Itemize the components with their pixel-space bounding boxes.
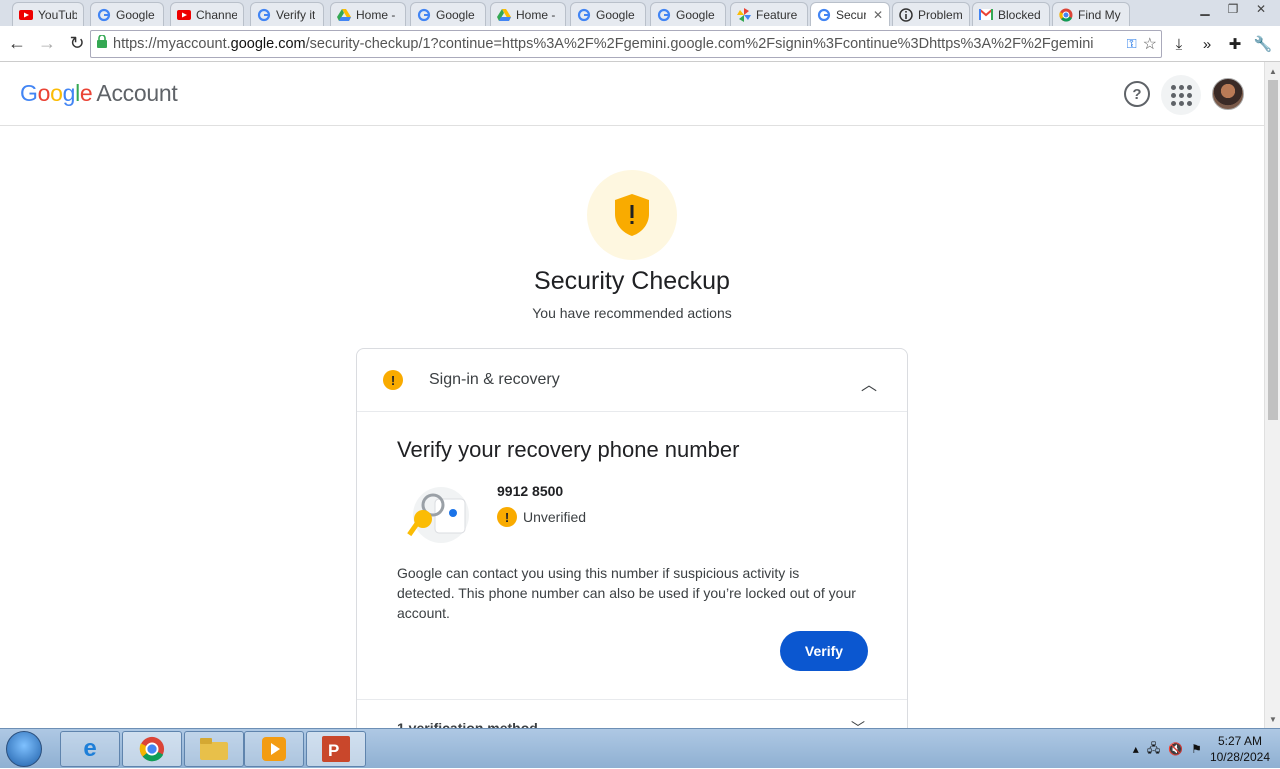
page-content: Google Account ? Security Checkup You hav…: [0, 62, 1264, 728]
verify-button[interactable]: Verify: [780, 631, 868, 671]
clock[interactable]: 5:27 AM 10/28/2024: [1210, 733, 1270, 765]
youtube-icon: [177, 8, 191, 22]
action-center-flag-icon[interactable]: ⚑: [1191, 742, 1202, 756]
tab-find-my[interactable]: Find My: [1052, 2, 1130, 26]
scroll-down-icon[interactable]: ▼: [1265, 712, 1280, 726]
key-magnifier-illustration-icon: [397, 483, 473, 547]
tab-security-checkup[interactable]: Secur ✕: [810, 2, 890, 26]
tab-verify[interactable]: Verify it: [250, 2, 324, 26]
apps-grid-icon[interactable]: [1161, 75, 1201, 115]
description-text: Google can contact you using this number…: [397, 565, 856, 621]
browser-tab-strip: YouTub Google Channe Verify it Home - Go…: [0, 0, 1280, 26]
google-icon: [577, 8, 591, 22]
verify-title: Verify your recovery phone number: [397, 437, 740, 462]
verification-methods-row[interactable]: 1 verification method ﹀: [357, 699, 907, 728]
start-button[interactable]: [6, 731, 42, 767]
sign-in-recovery-card: ! Sign-in & recovery ︿ Verify your recov…: [356, 348, 908, 728]
download-icon[interactable]: ⤓: [1168, 33, 1190, 55]
google-icon: [657, 8, 671, 22]
info-icon: [899, 7, 913, 22]
drive-icon: [337, 8, 351, 22]
chevron-down-icon[interactable]: ﹀: [851, 718, 865, 728]
avatar[interactable]: [1212, 78, 1244, 110]
forward-icon[interactable]: →: [34, 31, 60, 57]
status-text: Unverified: [523, 509, 587, 525]
page-subtitle: You have recommended actions: [532, 305, 732, 321]
restore-icon[interactable]: ❐: [1222, 0, 1244, 18]
chrome-taskbar-icon[interactable]: [122, 731, 182, 767]
tab-youtube[interactable]: YouTub: [12, 2, 84, 26]
tab-close-icon[interactable]: ✕: [873, 8, 883, 22]
tab-drive-home[interactable]: Home -: [330, 2, 406, 26]
minimize-icon[interactable]: ▁: [1194, 0, 1216, 18]
help-icon[interactable]: ?: [1124, 81, 1150, 107]
warning-icon: !: [383, 370, 403, 390]
google-icon: [417, 8, 431, 22]
status-badge: ! Unverified: [497, 507, 586, 527]
page-title: Security Checkup: [534, 267, 730, 295]
scroll-up-icon[interactable]: ▲: [1265, 64, 1280, 78]
key-icon[interactable]: ⚿: [1127, 36, 1137, 52]
tab-google-3[interactable]: Google: [570, 2, 646, 26]
section-header[interactable]: ! Sign-in & recovery ︿: [357, 349, 907, 412]
network-icon[interactable]: 🖧: [1147, 739, 1160, 760]
powerpoint-icon[interactable]: P: [306, 731, 366, 767]
verification-methods-label: 1 verification method: [397, 720, 538, 728]
lock-icon: [97, 34, 107, 53]
volume-muted-icon[interactable]: 🔇: [1168, 742, 1183, 756]
window-controls: ▁ ❐ ✕: [1194, 0, 1272, 18]
tab-blocked[interactable]: Blocked: [972, 2, 1050, 26]
google-account-header: Google Account ?: [0, 62, 1264, 126]
extensions-icon[interactable]: ✚: [1224, 33, 1246, 55]
gmail-icon: [979, 8, 993, 22]
browser-toolbar: ← → ↻ https://myaccount.google.com/secur…: [0, 26, 1280, 62]
back-icon[interactable]: ←: [4, 31, 30, 57]
warning-icon: !: [497, 507, 517, 527]
tab-google-2[interactable]: Google: [410, 2, 486, 26]
warning-shield-icon: [587, 170, 677, 260]
overflow-chevron-icon[interactable]: »: [1196, 33, 1218, 55]
bookmark-star-icon[interactable]: ☆: [1143, 34, 1161, 54]
pinwheel-icon: [737, 7, 751, 22]
google-icon: [97, 8, 111, 22]
windows-taskbar: e P ▴ 🖧 🔇 ⚑ 5:27 AM 10/28/2024: [0, 728, 1280, 768]
address-bar[interactable]: https://myaccount.google.com/security-ch…: [90, 30, 1162, 58]
tab-problem[interactable]: Problem: [892, 2, 970, 26]
tab-feature[interactable]: Feature: [730, 2, 808, 26]
google-icon: [817, 8, 831, 22]
page-scrollbar[interactable]: ▲ ▼: [1264, 62, 1280, 728]
recovery-phone-panel: Verify your recovery phone number 9912 8…: [397, 437, 877, 623]
system-tray: ▴ 🖧 🔇 ⚑ 5:27 AM 10/28/2024: [1133, 729, 1280, 769]
tray-expand-icon[interactable]: ▴: [1133, 742, 1139, 756]
chevron-up-icon[interactable]: ︿: [861, 371, 877, 395]
youtube-icon: [19, 8, 33, 22]
close-window-icon[interactable]: ✕: [1250, 0, 1272, 18]
tab-channel[interactable]: Channe: [170, 2, 244, 26]
wrench-menu-icon[interactable]: 🔧: [1252, 33, 1274, 55]
google-icon: [257, 8, 271, 22]
reload-icon[interactable]: ↻: [64, 31, 90, 57]
file-explorer-icon[interactable]: [184, 731, 244, 767]
drive-icon: [497, 8, 511, 22]
tab-drive-home-2[interactable]: Home -: [490, 2, 566, 26]
phone-number: 9912 8500: [497, 483, 564, 499]
tab-google[interactable]: Google: [90, 2, 164, 26]
tab-google-4[interactable]: Google: [650, 2, 726, 26]
internet-explorer-icon[interactable]: e: [60, 731, 120, 767]
scrollbar-thumb[interactable]: [1268, 80, 1278, 420]
google-account-logo[interactable]: Google Account: [20, 80, 178, 107]
section-title: Sign-in & recovery: [429, 371, 560, 388]
media-player-icon[interactable]: [244, 731, 304, 767]
url-text: https://myaccount.google.com/security-ch…: [113, 36, 1094, 52]
svg-text:P: P: [328, 741, 339, 760]
chrome-icon: [1059, 8, 1073, 22]
